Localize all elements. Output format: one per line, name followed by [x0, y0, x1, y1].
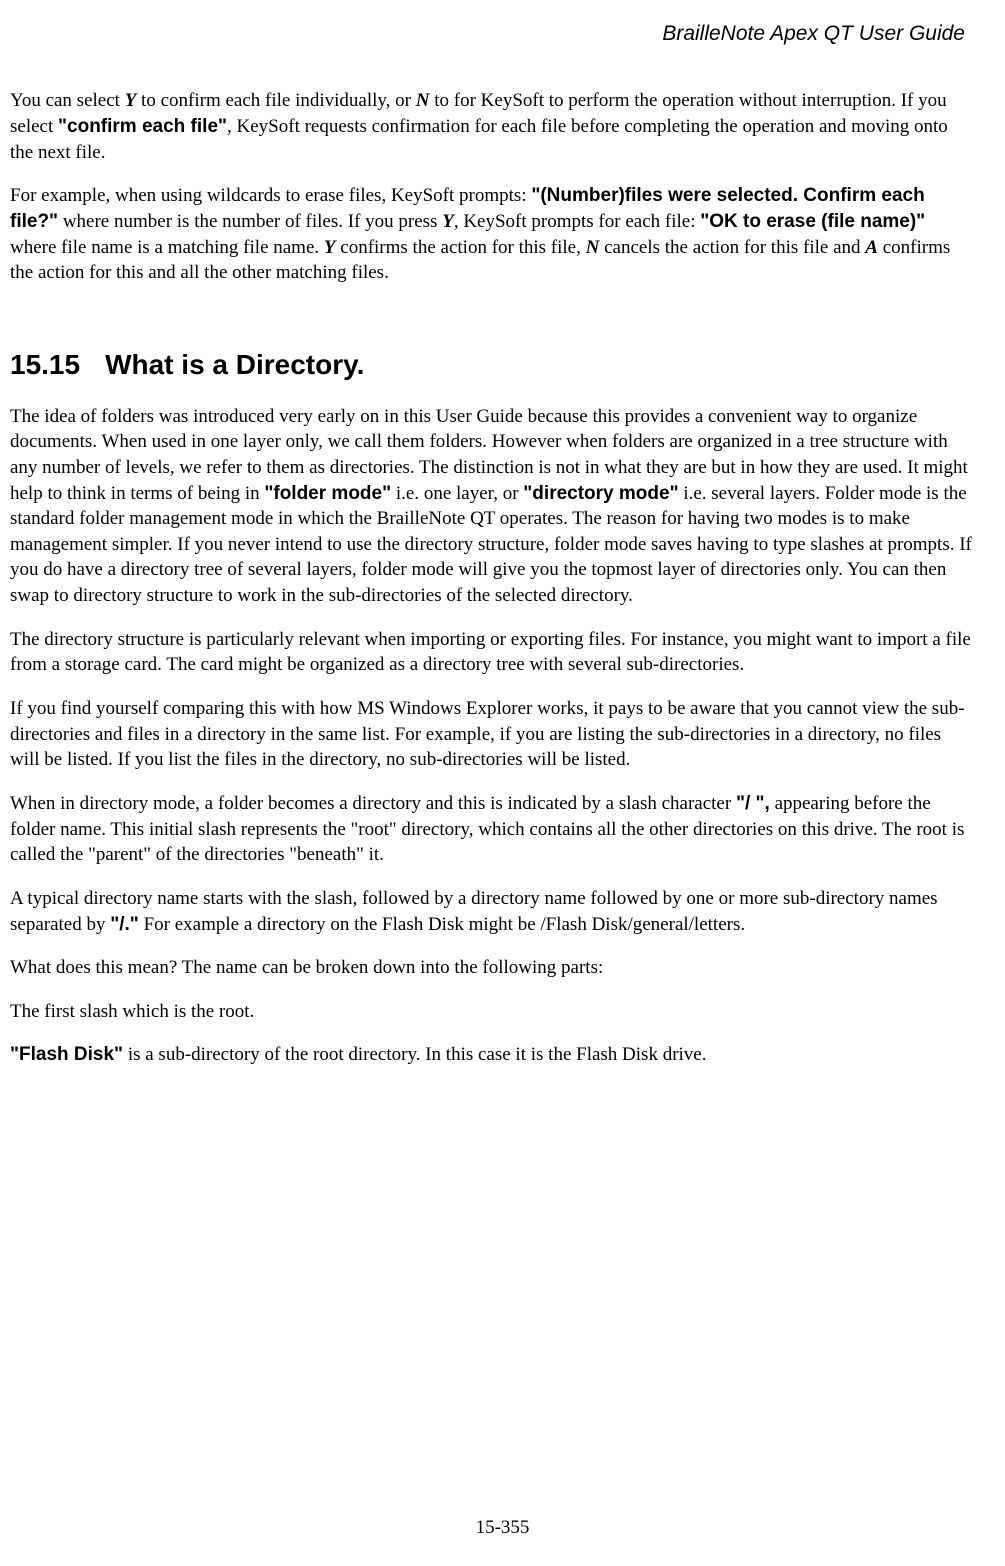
key-y: Y [125, 90, 137, 111]
term-folder-mode: "folder mode" [264, 483, 391, 504]
text: is a sub-directory of the root directory… [123, 1044, 706, 1065]
section-number: 15.15 [10, 346, 80, 384]
paragraph: What does this mean? The name can be bro… [10, 955, 975, 981]
paragraph: A typical directory name starts with the… [10, 886, 975, 937]
paragraph: You can select Y to confirm each file in… [10, 88, 975, 165]
paragraph: For example, when using wildcards to era… [10, 183, 975, 286]
prompt-confirm-each-file: "confirm each file" [58, 116, 227, 137]
page-footer: 15-355 [0, 1515, 1005, 1541]
paragraph: "Flash Disk" is a sub-directory of the r… [10, 1042, 975, 1068]
text: where file name is a matching file name. [10, 237, 324, 258]
paragraph: The first slash which is the root. [10, 999, 975, 1025]
paragraph: If you find yourself comparing this with… [10, 696, 975, 773]
text: confirms the action for this file, [336, 237, 586, 258]
key-n: N [586, 237, 600, 258]
key-n: N [416, 90, 430, 111]
paragraph: The directory structure is particularly … [10, 627, 975, 678]
term-flash-disk: "Flash Disk" [10, 1044, 123, 1065]
text: For example a directory on the Flash Dis… [139, 914, 745, 935]
text: You can select [10, 90, 125, 111]
text: , KeySoft prompts for each file: [454, 211, 700, 232]
term-slash: "/ ", [736, 793, 770, 814]
key-y: Y [324, 237, 336, 258]
text: When in directory mode, a folder becomes… [10, 793, 736, 814]
term-directory-mode: "directory mode" [523, 483, 678, 504]
page-header: BrailleNote Apex QT User Guide [10, 20, 975, 48]
page-container: BrailleNote Apex QT User Guide You can s… [0, 0, 1005, 1566]
section-title: What is a Directory. [105, 349, 364, 380]
paragraph: When in directory mode, a folder becomes… [10, 791, 975, 868]
text: For example, when using wildcards to era… [10, 185, 531, 206]
text: to confirm each file individually, or [136, 90, 415, 111]
text: where number is the number of files. If … [58, 211, 442, 232]
paragraph: The idea of folders was introduced very … [10, 404, 975, 609]
term-slash-separator: "/." [110, 914, 139, 935]
text: cancels the action for this file and [599, 237, 865, 258]
prompt-ok-to-erase: "OK to erase (file name)" [700, 211, 925, 232]
section-heading: 15.15 What is a Directory. [10, 346, 975, 384]
key-a: A [865, 237, 878, 258]
text: i.e. one layer, or [391, 483, 523, 504]
key-y: Y [442, 211, 454, 232]
